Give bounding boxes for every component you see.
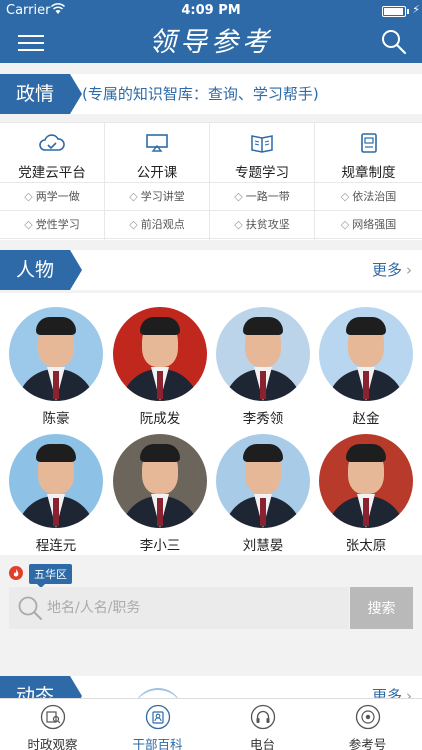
encyclopedia-icon [145, 704, 170, 730]
search-icon[interactable] [380, 28, 408, 56]
section-tag-people: 人物 [0, 250, 82, 290]
category-head[interactable]: 公开课 [105, 123, 209, 183]
category-link-label: 两学一做 [35, 190, 80, 203]
app-logo: 领导参考 [149, 27, 273, 58]
category-party-cloud: 党建云平台 ◇ 两学一做 ◇ 党性学习 [0, 123, 105, 240]
person-card[interactable]: 李秀领 [213, 307, 313, 427]
category-title: 公开课 [136, 165, 178, 181]
category-regulations: 规章制度 ◇ 依法治国 ◇ 网络强国 [315, 123, 422, 240]
people-section-header: 人物 更多 › [0, 250, 422, 290]
person-name: 赵金 [352, 411, 380, 427]
category-link[interactable]: ◇ 依法治国 [315, 183, 422, 211]
person-avatar [216, 434, 310, 528]
chevron-right-icon: › [406, 261, 412, 279]
person-avatar [9, 307, 103, 401]
politics-section-header: 政情 (专属的知识智库：查询、学习帮手) [0, 74, 422, 114]
category-link-label: 学习讲堂 [140, 190, 185, 203]
person-avatar [319, 307, 413, 401]
person-card[interactable]: 李小三 [110, 434, 210, 554]
target-icon [355, 704, 380, 730]
headphones-icon [250, 704, 275, 730]
section-tag-politics: 政情 [0, 74, 82, 114]
category-link-label: 党性学习 [35, 218, 80, 231]
tab-label: 时政观察 [27, 737, 78, 750]
category-head[interactable]: 专题学习 [210, 123, 314, 183]
category-link[interactable]: ◇ 党性学习 [0, 211, 104, 239]
person-card[interactable]: 阮成发 [110, 307, 210, 427]
screen-icon [146, 134, 168, 152]
person-card[interactable]: 程连元 [6, 434, 106, 554]
category-title: 规章制度 [341, 165, 396, 181]
category-topic-study: 专题学习 ◇ 一路一带 ◇ 扶贫攻坚 [210, 123, 315, 240]
category-link[interactable]: ◇ 扶贫攻坚 [210, 211, 314, 239]
person-name: 阮成发 [139, 411, 181, 427]
person-name: 张太原 [345, 538, 387, 554]
category-link[interactable]: ◇ 网络强国 [315, 211, 422, 239]
more-label: 更多 [371, 261, 402, 279]
app-header: 领导参考 [0, 22, 422, 63]
battery-icon [382, 6, 406, 17]
search-icon [18, 596, 42, 620]
person-card[interactable]: 陈豪 [6, 307, 106, 427]
tab-news-observation[interactable]: 时政观察 [0, 699, 105, 750]
search-field [9, 587, 349, 629]
cloud-check-icon [39, 134, 65, 151]
tab-label: 干部百科 [132, 737, 183, 750]
battery-tip [407, 9, 409, 14]
status-time: 4:09 PM [181, 3, 241, 18]
search-button[interactable]: 搜索 [350, 587, 413, 629]
category-open-class: 公开课 ◇ 学习讲堂 ◇ 前沿观点 [105, 123, 210, 240]
tab-label: 电台 [249, 737, 275, 750]
district-badge[interactable]: 五华区 [29, 564, 72, 588]
category-link[interactable]: ◇ 前沿观点 [105, 211, 209, 239]
category-grid: 党建云平台 ◇ 两学一做 ◇ 党性学习 公开课 ◇ 学习讲堂 ◇ 前沿观点 专题学习 [0, 122, 422, 240]
charging-icon: ⚡ [412, 3, 420, 16]
category-head[interactable]: 党建云平台 [0, 123, 104, 183]
person-avatar [319, 434, 413, 528]
person-avatar [9, 434, 103, 528]
category-link-label: 依法治国 [352, 190, 397, 203]
category-link[interactable]: ◇ 学习讲堂 [105, 183, 209, 211]
category-link-label: 网络强国 [352, 218, 397, 231]
flame-icon [9, 566, 23, 580]
status-bar: Carrier 4:09 PM ⚡ [0, 0, 422, 22]
category-link-label: 扶贫攻坚 [245, 218, 290, 231]
category-head[interactable]: 规章制度 [315, 123, 422, 183]
tab-bar: 时政观察 干部百科 电台 参考号 [0, 698, 422, 750]
person-name: 李小三 [139, 538, 181, 554]
tab-cadre-encyclopedia[interactable]: 干部百科 [105, 699, 210, 750]
person-name: 程连元 [35, 538, 77, 554]
person-name: 李秀领 [242, 411, 284, 427]
person-name: 刘慧晏 [242, 538, 284, 554]
open-book-icon [251, 135, 273, 153]
news-search-icon [40, 704, 65, 730]
category-title: 专题学习 [235, 165, 289, 181]
people-grid: 陈豪 阮成发 李秀领 赵金 程连元 李小三 刘慧晏 张太原 [0, 293, 422, 555]
category-link-label: 一路一带 [245, 190, 290, 203]
person-avatar [216, 307, 310, 401]
menu-icon[interactable] [18, 30, 46, 54]
person-card[interactable]: 赵金 [316, 307, 416, 427]
person-avatar [113, 307, 207, 401]
category-link-label: 前沿观点 [140, 218, 185, 231]
category-link[interactable]: ◇ 一路一带 [210, 183, 314, 211]
search-input[interactable] [47, 587, 342, 629]
tab-reference-accounts[interactable]: 参考号 [315, 699, 420, 750]
tab-label: 参考号 [348, 737, 387, 750]
people-more-link[interactable]: 更多 › [372, 250, 412, 290]
category-link[interactable]: ◇ 两学一做 [0, 183, 104, 211]
person-card[interactable]: 刘慧晏 [213, 434, 313, 554]
category-title: 党建云平台 [18, 165, 86, 181]
politics-subtitle: (专属的知识智库：查询、学习帮手) [82, 85, 319, 103]
document-icon [360, 133, 377, 153]
person-name: 陈豪 [42, 411, 70, 427]
person-avatar [113, 434, 207, 528]
person-card[interactable]: 张太原 [316, 434, 416, 554]
tab-radio[interactable]: 电台 [210, 699, 315, 750]
